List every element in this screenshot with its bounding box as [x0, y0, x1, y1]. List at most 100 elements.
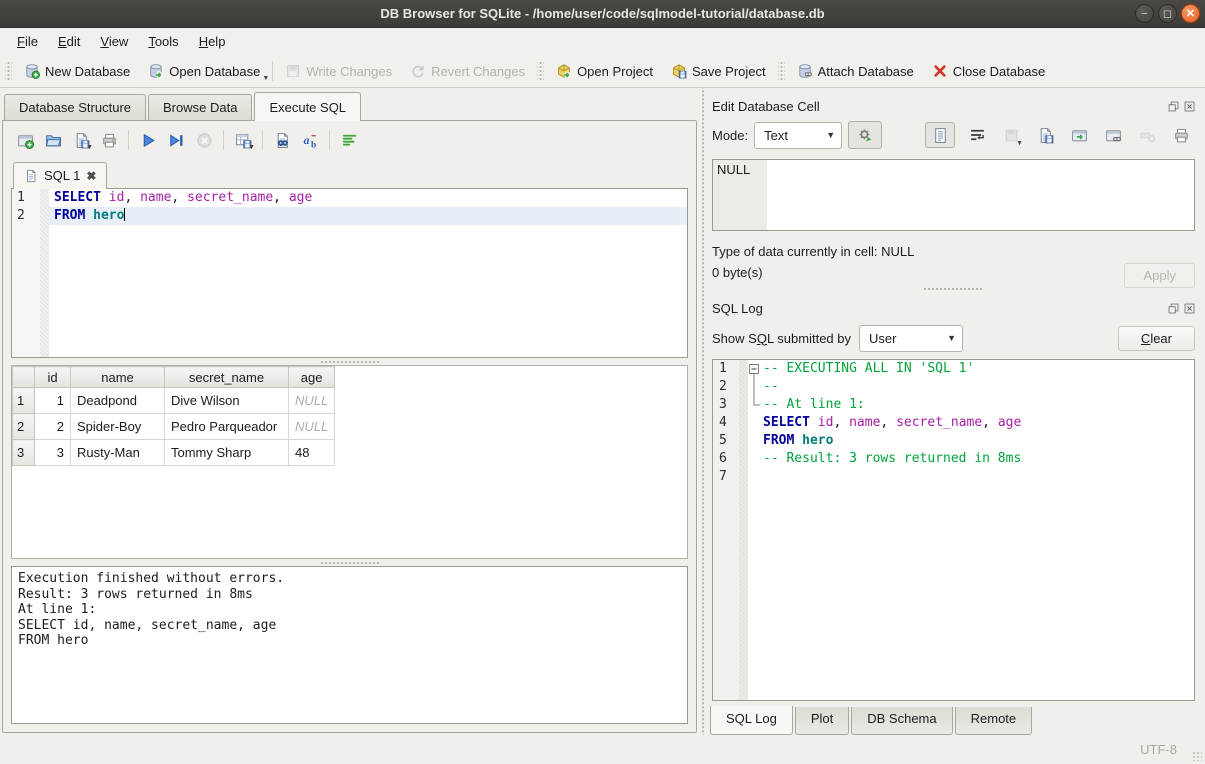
export-data-button[interactable] — [1033, 122, 1057, 148]
editor-results-splitter[interactable] — [320, 358, 380, 365]
execute-all-button[interactable] — [136, 128, 160, 152]
toolbar-separator — [128, 130, 129, 150]
cell-mode-row: Mode: Text ▼ ▼ — [708, 117, 1197, 153]
table-cell[interactable]: 3 — [35, 440, 71, 466]
table-cell[interactable]: Spider-Boy — [71, 414, 165, 440]
close-database-button[interactable]: Close Database — [923, 59, 1055, 83]
column-header-secret_name[interactable]: secret_name — [165, 367, 289, 388]
new-tab-button[interactable] — [13, 128, 37, 152]
open-external-button[interactable] — [1067, 122, 1091, 148]
minimize-icon[interactable]: − — [1135, 4, 1154, 23]
editor-line[interactable]: 2FROM hero — [12, 207, 687, 225]
close-icon[interactable]: ✕ — [1181, 4, 1200, 23]
table-cell[interactable]: 2 — [35, 414, 71, 440]
close-dock-icon[interactable] — [1184, 101, 1195, 112]
line-number: 6 — [713, 450, 739, 468]
table-cell[interactable]: NULL — [289, 388, 335, 414]
log-line[interactable]: 2-- — [713, 378, 1194, 396]
column-header-id[interactable]: id — [35, 367, 71, 388]
table-cell[interactable]: 1 — [35, 388, 71, 414]
new-database-button[interactable]: New Database — [15, 59, 139, 83]
bottom-tab-db-schema[interactable]: DB Schema — [851, 707, 952, 735]
format-sql-button[interactable] — [337, 128, 361, 152]
title-bar[interactable]: DB Browser for SQLite - /home/user/code/… — [0, 0, 1205, 28]
fold-marker-icon[interactable] — [748, 360, 763, 378]
open-sql-file-button[interactable] — [41, 128, 65, 152]
save-project-button[interactable]: Save Project — [662, 59, 775, 83]
row-header[interactable]: 2 — [13, 414, 35, 440]
table-cell[interactable]: Tommy Sharp — [165, 440, 289, 466]
menu-help[interactable]: Help — [190, 31, 235, 52]
print-cell-button[interactable] — [1169, 122, 1193, 148]
word-wrap-button[interactable] — [965, 122, 989, 148]
log-line[interactable]: 1-- EXECUTING ALL IN 'SQL 1' — [713, 360, 1194, 378]
fold-marker-icon — [748, 378, 763, 396]
mode-select[interactable]: Text ▼ — [754, 122, 842, 149]
log-line[interactable]: 4SELECT id, name, secret_name, age — [713, 414, 1194, 432]
log-line[interactable]: 5FROM hero — [713, 432, 1194, 450]
apply-button[interactable]: Apply — [1124, 263, 1195, 288]
table-cell[interactable]: 48 — [289, 440, 335, 466]
tab-database-structure[interactable]: Database Structure — [4, 94, 146, 121]
find-replace-button[interactable] — [270, 128, 294, 152]
log-line[interactable]: 6-- Result: 3 rows returned in 8ms — [713, 450, 1194, 468]
bottom-tab-sql-log[interactable]: SQL Log — [710, 706, 793, 735]
menu-view[interactable]: View — [91, 31, 137, 52]
column-header-age[interactable]: age — [289, 367, 335, 388]
fold-marker-icon — [748, 432, 763, 450]
toolbar-handle[interactable] — [537, 60, 544, 82]
bottom-tab-plot[interactable]: Plot — [795, 707, 849, 735]
pane-splitter[interactable] — [699, 88, 706, 735]
sql-tab[interactable]: SQL 1 ✖ — [13, 162, 107, 189]
text-view-button[interactable] — [925, 122, 955, 148]
sql-log-view[interactable]: 1-- EXECUTING ALL IN 'SQL 1'2--3-- At li… — [712, 359, 1195, 701]
menu-file[interactable]: File — [8, 31, 47, 52]
column-header-name[interactable]: name — [71, 367, 165, 388]
dropdown-arrow-icon[interactable]: ▼ — [262, 75, 269, 82]
dock-splitter[interactable] — [923, 285, 983, 293]
execute-current-line-button[interactable] — [164, 128, 188, 152]
editor-line[interactable]: 1SELECT id, name, secret_name, age — [12, 189, 687, 207]
results-message-splitter[interactable] — [320, 559, 380, 566]
toolbar-handle[interactable] — [778, 60, 785, 82]
float-dock-icon[interactable] — [1168, 101, 1179, 112]
print-button[interactable] — [97, 128, 121, 152]
table-cell[interactable]: NULL — [289, 414, 335, 440]
table-cell[interactable]: Dive Wilson — [165, 388, 289, 414]
table-cell[interactable]: Deadpond — [71, 388, 165, 414]
copy-link-button[interactable] — [1101, 122, 1125, 148]
log-line[interactable]: 3-- At line 1: — [713, 396, 1194, 414]
maximize-icon[interactable]: ◻ — [1158, 4, 1177, 23]
tab-close-icon[interactable]: ✖ — [86, 170, 96, 182]
open-database-button[interactable]: Open Database▼ — [139, 59, 269, 83]
tab-execute-sql[interactable]: Execute SQL — [254, 92, 361, 121]
menu-edit[interactable]: Edit — [49, 31, 89, 52]
export-results-button[interactable]: ▼ — [231, 128, 255, 152]
float-dock-icon[interactable] — [1168, 303, 1179, 314]
save-sql-file-button[interactable]: ▼ — [69, 128, 93, 152]
toolbar-handle[interactable] — [5, 60, 12, 82]
sql-toolbar: ▼ ▼ ab — [11, 121, 688, 159]
dropdown-arrow-icon[interactable]: ▼ — [86, 144, 93, 151]
row-header[interactable]: 1 — [13, 388, 35, 414]
clear-log-button[interactable]: Clear — [1118, 326, 1195, 351]
table-cell[interactable]: Pedro Parqueador — [165, 414, 289, 440]
resize-grip[interactable] — [1192, 751, 1202, 761]
results-grid[interactable]: idnamesecret_nameage11DeadpondDive Wilso… — [11, 365, 688, 559]
autocomplete-button[interactable]: ab — [298, 128, 322, 152]
dropdown-arrow-icon[interactable]: ▼ — [248, 144, 255, 151]
log-filter-select[interactable]: User ▼ — [859, 325, 963, 352]
menu-tools[interactable]: Tools — [139, 31, 187, 52]
bottom-tab-remote[interactable]: Remote — [955, 707, 1033, 735]
cell-value-editor[interactable]: NULL — [712, 159, 1195, 231]
row-header[interactable]: 3 — [13, 440, 35, 466]
close-dock-icon[interactable] — [1184, 303, 1195, 314]
auto-switch-mode-button[interactable] — [848, 121, 882, 149]
sql-editor[interactable]: 1SELECT id, name, secret_name, age2FROM … — [11, 188, 688, 358]
log-line[interactable]: 7 — [713, 468, 1194, 486]
tab-browse-data[interactable]: Browse Data — [148, 94, 252, 121]
table-cell[interactable]: Rusty-Man — [71, 440, 165, 466]
open-project-button[interactable]: Open Project — [547, 59, 662, 83]
attach-database-button[interactable]: Attach Database — [788, 59, 923, 83]
line-number: 7 — [713, 468, 739, 486]
